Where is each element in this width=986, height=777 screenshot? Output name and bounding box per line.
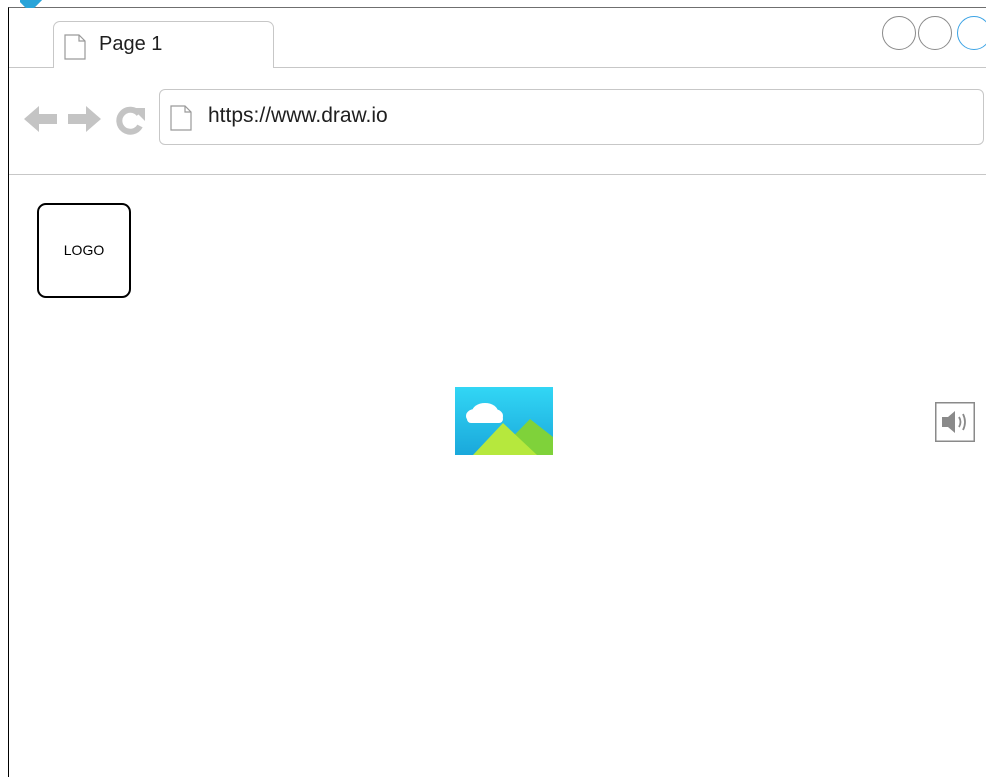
url-text[interactable]: https://www.draw.io <box>208 104 388 128</box>
window-control-button[interactable] <box>882 16 916 50</box>
reload-icon[interactable] <box>115 104 147 141</box>
document-icon <box>64 34 86 65</box>
tab-page-1[interactable]: Page 1 <box>53 21 274 68</box>
logo-placeholder: LOGO <box>37 203 131 298</box>
app-corner-icon <box>20 0 42 8</box>
tab-strip-divider <box>9 67 54 68</box>
arrow-left-icon[interactable] <box>24 104 58 139</box>
speaker-icon[interactable] <box>935 402 975 442</box>
document-icon <box>170 105 192 136</box>
tab-label: Page 1 <box>99 33 163 55</box>
window-control-button[interactable] <box>918 16 952 50</box>
address-bar[interactable]: https://www.draw.io <box>159 89 984 145</box>
toolbar-divider <box>9 174 986 175</box>
arrow-right-icon[interactable] <box>67 104 101 139</box>
window-control-button-active[interactable] <box>957 16 986 50</box>
image-placeholder-icon <box>455 387 553 455</box>
tab-strip-divider <box>273 67 986 68</box>
logo-label: LOGO <box>63 242 105 258</box>
